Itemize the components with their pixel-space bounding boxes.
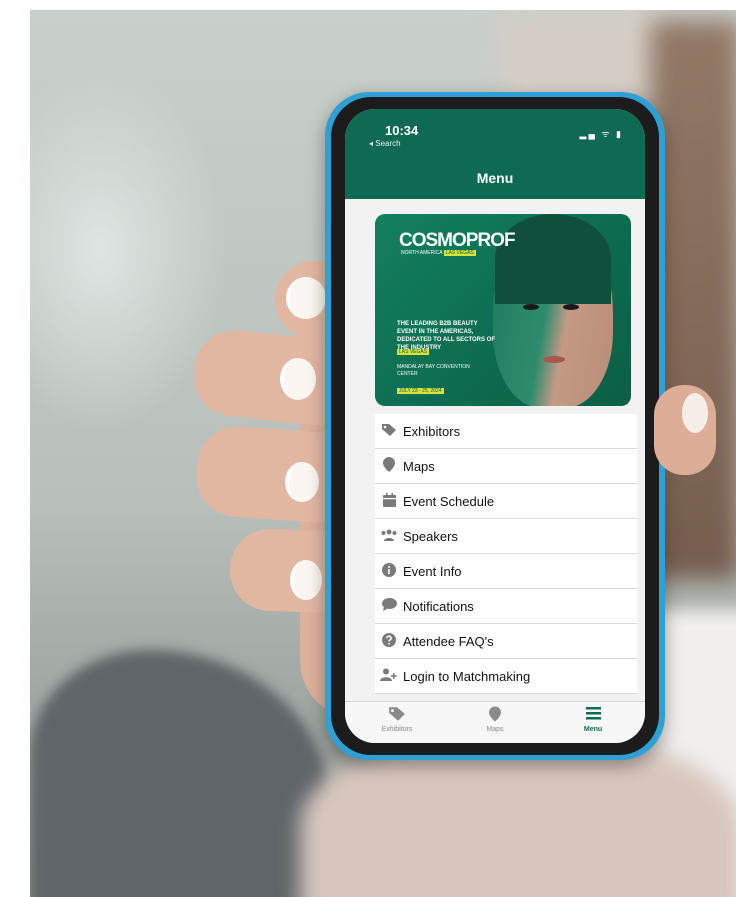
- tags-icon: [375, 423, 403, 440]
- banner-dates: JULY 23 - 25, 2024: [397, 388, 444, 394]
- phone-screen: 10:34 ◂ Search ▂▄ ᯤ ▮ Menu COSMOPROF NOR…: [345, 109, 645, 743]
- tab-menu[interactable]: Menu: [553, 706, 633, 733]
- menu-item-label: Event Schedule: [403, 493, 495, 509]
- banner-venue: MANDALAY BAY CONVENTION CENTER: [397, 364, 470, 377]
- fingernail: [280, 358, 316, 400]
- menu-item-label: Login to Matchmaking: [403, 668, 531, 684]
- add-user-icon: [375, 668, 403, 684]
- calendar-icon: [375, 492, 403, 510]
- model-lips: [543, 356, 565, 363]
- users-icon: [375, 528, 403, 544]
- chat-bubble-icon: [375, 598, 403, 614]
- menu-item-maps[interactable]: Maps: [375, 449, 637, 484]
- status-time: 10:34: [385, 123, 419, 138]
- event-banner[interactable]: COSMOPROF NORTH AMERICA LAS VEGAS THE LE…: [375, 214, 631, 406]
- back-to-search-link[interactable]: ◂ Search: [369, 139, 401, 148]
- tags-icon: [357, 706, 437, 724]
- fingernail: [286, 277, 326, 319]
- list-icon: [553, 706, 633, 724]
- menu-item-attendee-faq[interactable]: Attendee FAQ's: [375, 624, 637, 659]
- fingernail: [285, 462, 319, 502]
- menu-item-exhibitors[interactable]: Exhibitors: [375, 414, 637, 449]
- model-eye: [563, 304, 579, 310]
- info-icon: [375, 562, 403, 580]
- banner-logo: COSMOPROF: [399, 230, 516, 251]
- banner-city: LAS VEGAS: [397, 349, 430, 355]
- menu-item-notifications[interactable]: Notifications: [375, 589, 637, 624]
- menu-list: Exhibitors Maps Event Schedule Speakers …: [375, 414, 637, 694]
- tab-label: Maps: [486, 726, 504, 733]
- tab-exhibitors[interactable]: Exhibitors: [357, 706, 437, 733]
- nav-bar: Menu: [345, 154, 645, 199]
- menu-item-event-schedule[interactable]: Event Schedule: [375, 484, 637, 519]
- menu-item-label: Maps: [403, 458, 435, 474]
- menu-item-login-matchmaking[interactable]: Login to Matchmaking: [375, 659, 637, 694]
- banner-subtitle-text: NORTH AMERICA: [401, 250, 443, 256]
- map-marker-icon: [375, 457, 403, 475]
- background-sofa: [30, 650, 330, 897]
- banner-subtitle: NORTH AMERICA LAS VEGAS: [401, 250, 476, 256]
- thumbnail: [682, 393, 708, 433]
- fingernail: [290, 560, 322, 600]
- signal-wifi-battery-icon: ▂▄ ᯤ ▮: [579, 129, 623, 139]
- page-title: Menu: [476, 170, 514, 186]
- menu-item-label: Notifications: [403, 598, 474, 614]
- tab-label: Menu: [583, 726, 603, 733]
- phone-bezel: 10:34 ◂ Search ▂▄ ᯤ ▮ Menu COSMOPROF NOR…: [331, 97, 659, 755]
- menu-item-label: Speakers: [403, 528, 458, 544]
- banner-subtitle-highlight: LAS VEGAS: [443, 250, 476, 256]
- map-marker-icon: [455, 706, 535, 724]
- menu-item-speakers[interactable]: Speakers: [375, 519, 637, 554]
- menu-item-label: Attendee FAQ's: [403, 633, 494, 649]
- menu-item-label: Exhibitors: [403, 423, 461, 439]
- status-bar: 10:34 ◂ Search ▂▄ ᯤ ▮: [345, 109, 645, 154]
- banner-tagline: THE LEADING B2B BEAUTY EVENT IN THE AMER…: [397, 321, 496, 351]
- question-icon: [375, 632, 403, 650]
- model-hair-image: [495, 214, 611, 304]
- menu-item-event-info[interactable]: Event Info: [375, 554, 637, 589]
- tab-label: Exhibitors: [381, 726, 413, 733]
- tab-maps[interactable]: Maps: [455, 706, 535, 733]
- menu-item-label: Event Info: [403, 563, 462, 579]
- model-eye: [523, 304, 539, 310]
- phone-device: 10:34 ◂ Search ▂▄ ᯤ ▮ Menu COSMOPROF NOR…: [325, 92, 665, 760]
- tab-bar: Exhibitors Maps Menu: [345, 701, 645, 743]
